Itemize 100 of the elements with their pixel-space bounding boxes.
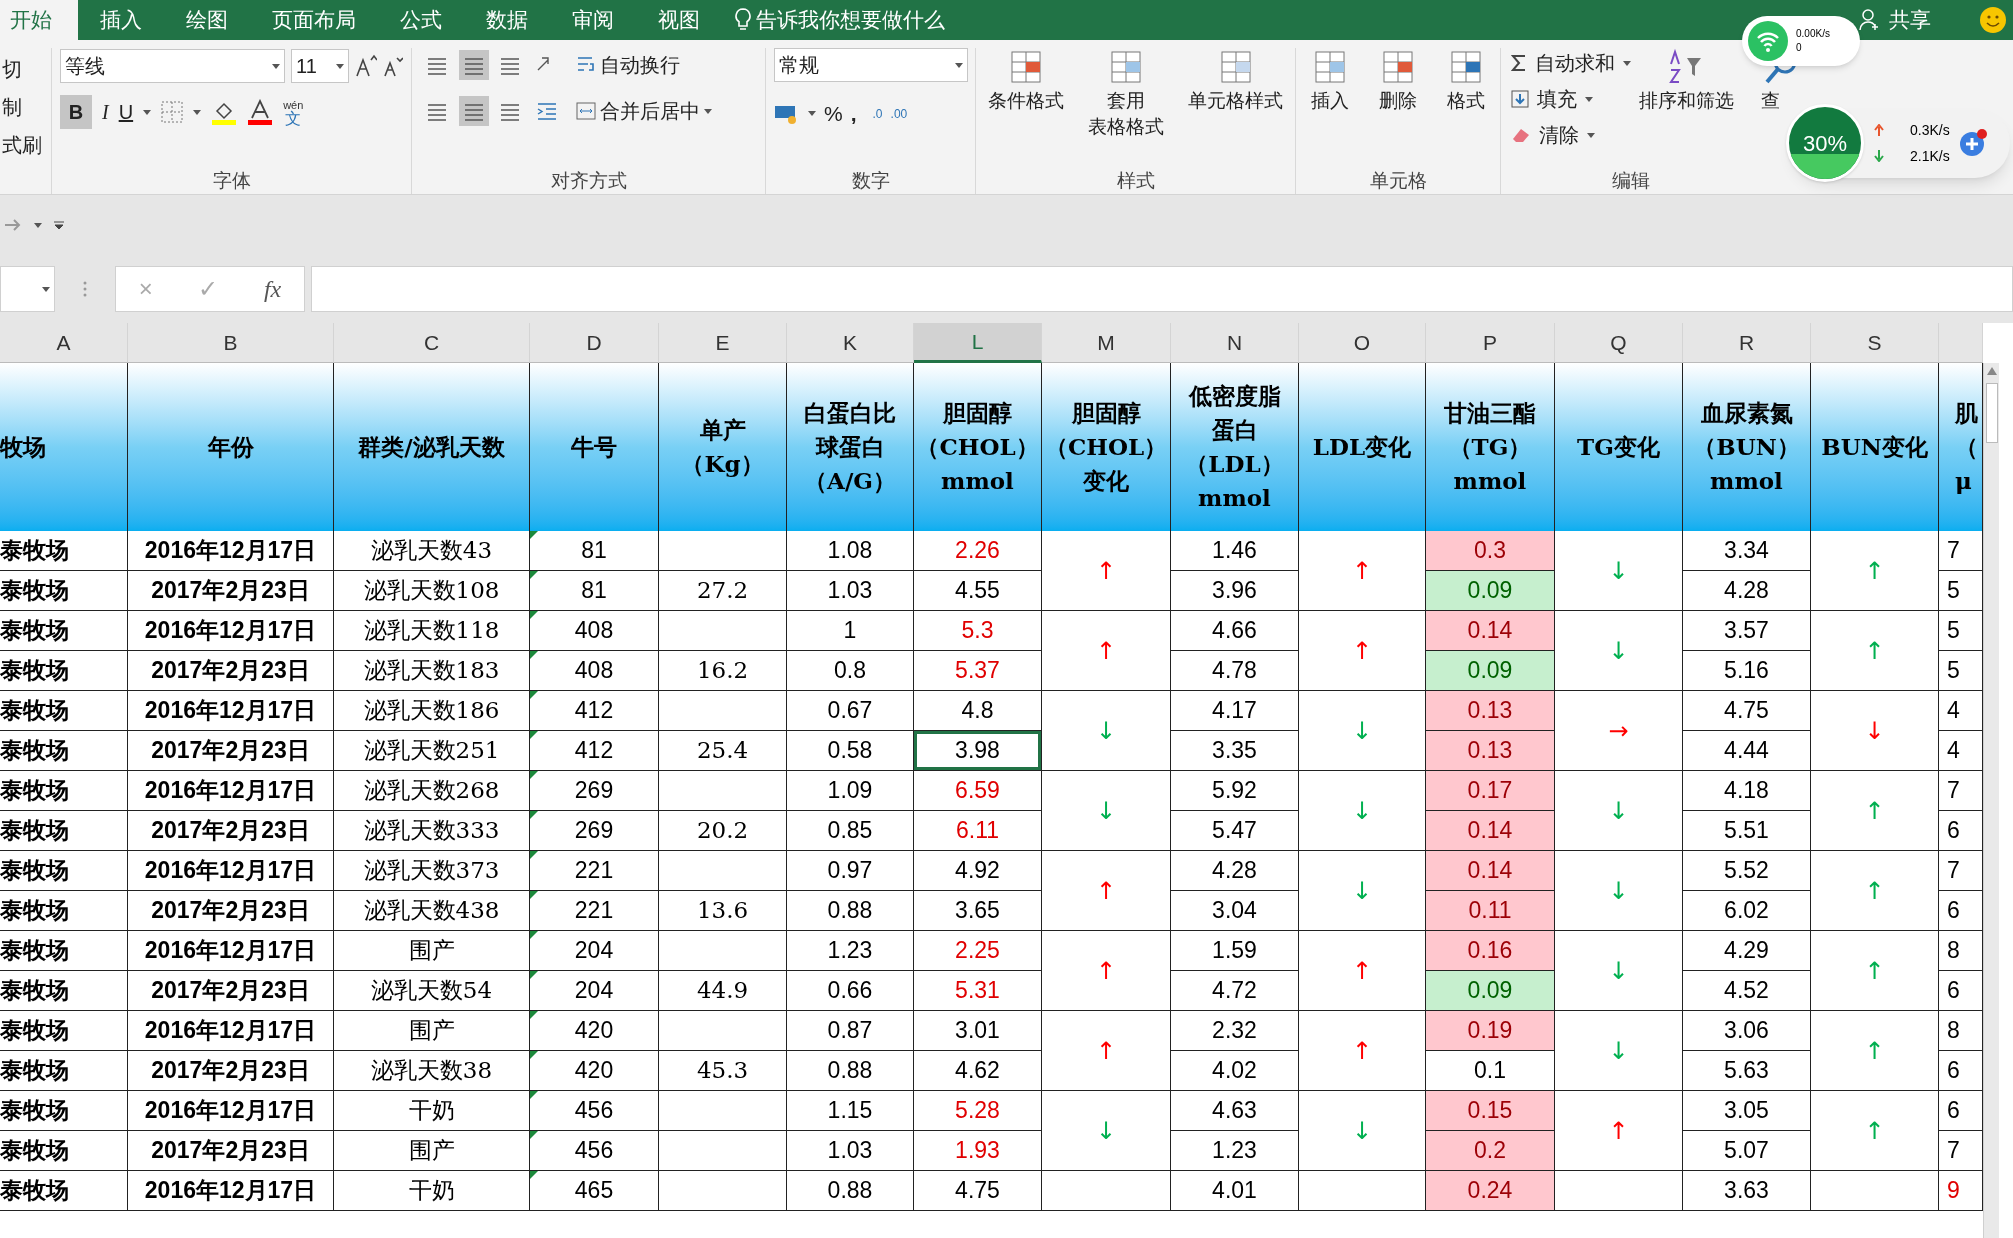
ribbon-button[interactable]: 插入 [1302,48,1358,114]
table-cell: 泰牧场 [0,571,128,611]
increase-decimal-button[interactable]: .0 [872,104,883,123]
table-cell: 7 [1939,851,1983,891]
column-header[interactable]: P [1426,323,1555,363]
table-cell: 0.14 [1426,811,1555,851]
table-cell: 1.59 [1171,931,1299,971]
insert-function-button[interactable]: fx [263,271,282,307]
table-cell: 2017年2月23日 [128,571,334,611]
group-label: 编辑 [1612,168,1650,193]
column-header[interactable]: C [334,323,530,363]
table-cell: 1.93 [914,1131,1042,1171]
column-header[interactable]: L [914,323,1042,363]
trend-arrow: ↓ [1608,1035,1629,1067]
table-cell: 4.18 [1683,771,1811,811]
trend-arrow: ↑ [1351,555,1373,587]
merge-center-button[interactable]: 合并后居中 [576,94,712,128]
underline-button[interactable]: U [118,97,134,127]
column-header[interactable]: B [128,323,334,363]
table-cell: 2016年12月17日 [128,1171,334,1211]
ribbon-tab[interactable]: 审阅 [550,0,636,40]
clipboard-command[interactable]: 切 [2,54,22,84]
header-cell: 甘油三酯 （TG） mmol [1426,363,1555,531]
ribbon-button[interactable]: 格式 [1438,48,1494,114]
ribbon-tab[interactable]: 视图 [636,0,722,40]
ribbon-tab[interactable]: 公式 [378,0,464,40]
table-cell: 围产 [334,931,530,971]
table-cell: 456 [530,1131,659,1171]
table-cell: 泌乳天数108 [334,571,530,611]
table-cell: 4.75 [1683,691,1811,731]
table-cell: 6.59 [914,771,1042,811]
trend-arrow: ↑ [1864,875,1885,907]
tell-me-field[interactable]: 告诉我你想要做什么 [756,4,945,36]
group-label: 字体 [212,168,251,193]
decrease-decimal-button[interactable]: .00 [890,104,908,123]
percent-button[interactable]: % [824,98,843,130]
column-header[interactable]: M [1042,323,1171,363]
ribbon-tab[interactable]: 页面布局 [250,0,378,40]
autosum-button[interactable]: 自动求和 [1511,48,1631,78]
find-button[interactable]: 查 [1761,88,1780,114]
table-cell: 干奶 [334,1171,530,1211]
font-size-field[interactable]: 11 [291,49,349,83]
share-button[interactable]: 共享 [1889,4,1931,36]
table-cell: 1.46 [1171,531,1299,571]
table-cell: 4.01 [1171,1171,1299,1211]
table-cell: 泌乳天数183 [334,651,530,691]
table-cell: 泰牧场 [0,651,128,691]
trend-arrow: ↓ [1095,1115,1117,1147]
table-cell: 13.6 [659,891,787,931]
ribbon-tab[interactable]: 插入 [78,0,164,40]
ribbon-tab[interactable]: 数据 [464,0,550,40]
column-header[interactable]: R [1683,323,1811,363]
ribbon-button[interactable]: 删除 [1370,48,1426,114]
ribbon-tab[interactable]: 绘图 [164,0,250,40]
fill-button[interactable]: 填充 [1511,84,1631,114]
font-name-field[interactable]: 等线 [60,49,285,83]
table-cell: 1.08 [787,531,914,571]
table-cell: 0.58 [787,731,914,771]
ribbon-button[interactable]: 单元格样式 [1180,48,1291,114]
table-cell: 27.2 [659,571,787,611]
ribbon-tab[interactable]: 开始 [0,0,78,40]
italic-button[interactable]: I [102,97,109,127]
wrap-text-button[interactable]: 自动换行 [576,48,712,82]
table-cell: 204 [530,931,659,971]
bold-button[interactable]: B [60,95,92,129]
table-cell: 2017年2月23日 [128,1131,334,1171]
trend-arrow: ↓ [1608,955,1629,987]
table-cell: 围产 [334,1131,530,1171]
table-cell: 4.92 [914,851,1042,891]
table-cell: 2.26 [914,531,1042,571]
table-cell: 2016年12月17日 [128,611,334,651]
number-format-field[interactable]: 常规 [774,48,968,82]
clear-button[interactable]: 清除 [1511,120,1631,150]
column-header[interactable]: Q [1555,323,1683,363]
table-cell: 1.03 [787,1131,914,1171]
table-cell: 泰牧场 [0,611,128,651]
trend-arrow: ↓ [1864,715,1885,747]
table-cell: 5 [1939,571,1983,611]
column-header[interactable]: S [1811,323,1939,363]
column-header[interactable]: D [530,323,659,363]
table-cell: 泰牧场 [0,1131,128,1171]
ribbon-button[interactable]: 套用 表格格式 [1080,48,1172,140]
table-cell: 5.51 [1683,811,1811,851]
column-header[interactable]: O [1299,323,1426,363]
table-cell: 泌乳天数268 [334,771,530,811]
table-cell: 0.24 [1426,1171,1555,1211]
ribbon-button[interactable]: 条件格式 [980,48,1072,114]
column-header[interactable]: K [787,323,914,363]
phonetic-button[interactable]: wén 文 [283,99,304,125]
clipboard-command[interactable]: 制 [2,92,22,122]
column-header[interactable]: A [0,323,128,363]
trend-arrow: ↓ [1608,555,1629,587]
column-header[interactable]: N [1171,323,1299,363]
comma-style-button[interactable]: , [850,98,857,130]
ribbon-button[interactable]: 排序和筛选 [1631,48,1742,150]
table-cell: 3.34 [1683,531,1811,571]
clipboard-command[interactable]: 式刷 [2,130,42,160]
table-cell: 0.88 [787,1051,914,1091]
table-cell: 泰牧场 [0,691,128,731]
column-header[interactable]: E [659,323,787,363]
